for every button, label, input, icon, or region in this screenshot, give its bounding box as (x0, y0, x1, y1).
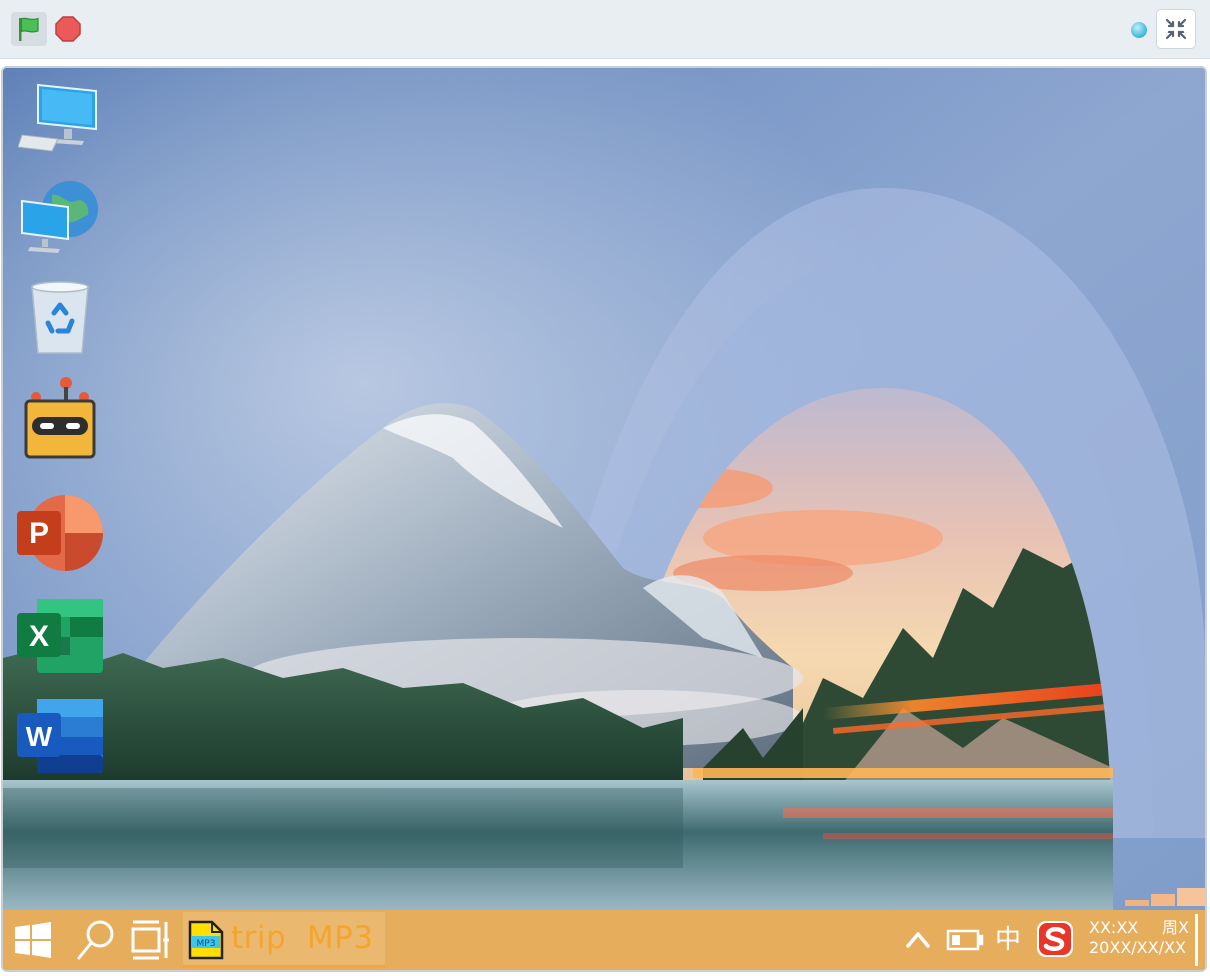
clock-date[interactable]: 20XX/XX/XX (1089, 938, 1186, 957)
task-view-icon (131, 920, 169, 960)
taskbar-app-label: trip MP3 (231, 920, 374, 956)
stop-icon (55, 16, 81, 42)
sogou-ime-button[interactable] (1036, 920, 1074, 958)
stage-toolbar (0, 0, 1210, 59)
sogou-icon (1037, 921, 1073, 957)
windows-logo-icon (15, 922, 51, 958)
search-icon (77, 920, 114, 960)
mp3-file-icon: MP3 (188, 920, 224, 960)
word-icon[interactable]: W (15, 690, 105, 780)
show-desktop-button[interactable] (1195, 914, 1198, 966)
desktop-wallpaper (3, 68, 1205, 970)
taskbar: MP3 trip MP3 中 XX:XX 周X 20XX/XX/XX (3, 910, 1205, 970)
computer-icon[interactable] (15, 74, 105, 164)
powerpoint-icon[interactable]: P (15, 488, 105, 578)
taskbar-app-mp3[interactable]: MP3 trip MP3 (183, 912, 385, 968)
exit-fullscreen-button[interactable] (1156, 9, 1196, 49)
battery-icon (946, 929, 984, 951)
task-view-button[interactable] (129, 919, 171, 961)
excel-letter: X (29, 620, 49, 653)
status-indicator (1131, 22, 1147, 38)
robot-app-icon[interactable] (15, 374, 105, 464)
clock-time[interactable]: XX:XX (1089, 918, 1138, 937)
stage[interactable]: P X W MP3 trip MP3 中 XX:XX 周X 20XX/XX/XX (1, 66, 1207, 972)
mp3-file-icon-text: MP3 (197, 939, 216, 949)
green-flag-button[interactable] (11, 12, 47, 46)
recycle-bin-icon[interactable] (15, 274, 105, 364)
green-flag-icon (19, 17, 39, 41)
start-button[interactable] (13, 920, 53, 960)
chevron-up-icon (906, 932, 930, 948)
powerpoint-letter: P (29, 517, 49, 550)
search-button[interactable] (76, 918, 116, 962)
network-icon[interactable] (15, 172, 105, 262)
clock-weekday[interactable]: 周X (1162, 918, 1189, 937)
word-letter: W (26, 721, 53, 752)
exit-fullscreen-icon (1165, 18, 1187, 40)
tray-overflow-button[interactable] (904, 924, 932, 954)
stop-button[interactable] (52, 13, 84, 45)
battery-button[interactable] (946, 926, 984, 954)
input-method-indicator[interactable]: 中 (995, 919, 1021, 956)
excel-icon[interactable]: X (15, 590, 105, 680)
